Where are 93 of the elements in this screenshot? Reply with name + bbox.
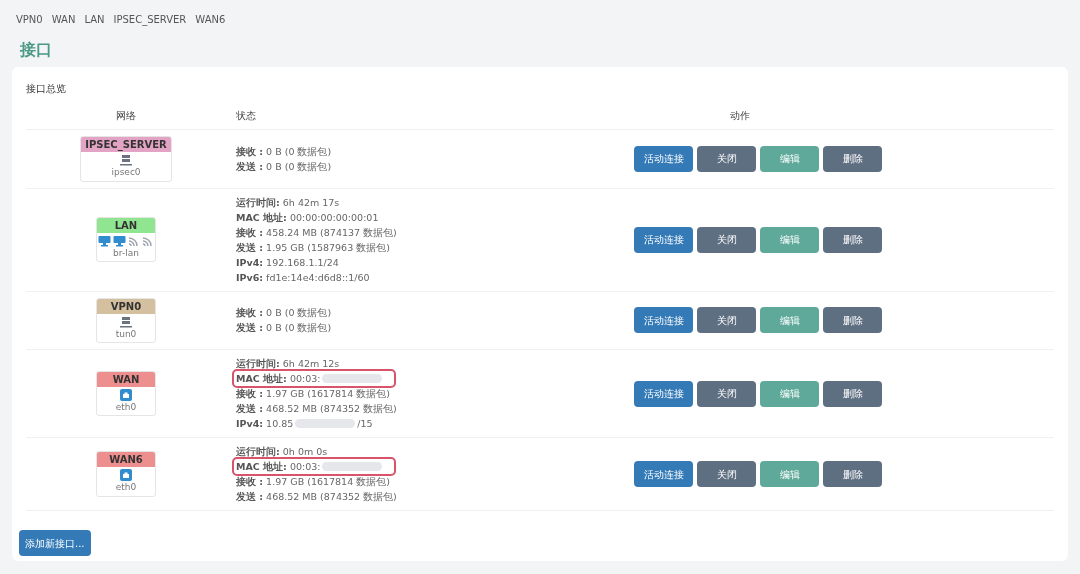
wifi-icon	[142, 234, 154, 247]
server-icon	[120, 154, 132, 166]
interface-name: IPSEC_SERVER	[81, 137, 171, 152]
interface-name: LAN	[97, 217, 155, 233]
status-value: 0 B (0 数据包)	[266, 144, 332, 159]
column-header: 状态	[236, 110, 256, 121]
status-label: MAC 地址:	[236, 210, 287, 225]
action-button[interactable]: 删除	[823, 145, 882, 172]
action-button[interactable]: 关闭	[697, 307, 756, 334]
status-label: 接收 :	[236, 475, 264, 489]
device-name: eth0	[115, 400, 137, 414]
status-label: 接收 :	[236, 225, 264, 240]
status-label: 接收 :	[236, 387, 264, 401]
status-value: 0 B (0 数据包)	[266, 306, 332, 321]
action-button[interactable]: 关闭	[697, 461, 756, 487]
action-button[interactable]: 活动连接	[634, 380, 693, 407]
action-button[interactable]: 关闭	[697, 226, 756, 253]
status-value: 6h 42m 12s	[282, 357, 340, 371]
interface-badge[interactable]: WAN6 eth0	[96, 451, 156, 497]
ethernet-port-icon	[120, 469, 132, 482]
status-value: 0 B (0 数据包)	[266, 321, 332, 336]
add-interface-button[interactable]: 添加新接口...	[19, 530, 91, 556]
status-value: 468.52 MB (874352 数据包)	[266, 490, 397, 504]
status-value: 6h 42m 17s	[282, 195, 340, 210]
interface-badge[interactable]: LAN br-lan	[96, 216, 156, 263]
column-header: 网络	[116, 109, 136, 123]
status-label: 运行时间:	[236, 445, 280, 459]
interface-tab[interactable]: LAN	[84, 12, 105, 27]
status-label: 接收 :	[236, 306, 264, 321]
status-value: 0 B (0 数据包)	[266, 159, 332, 174]
status-value: 00:03:	[289, 372, 321, 386]
action-button[interactable]: 活动连接	[634, 226, 693, 253]
status-value: 00:00:00:00:00:01	[289, 210, 379, 225]
device-name: tun0	[115, 327, 137, 341]
status-label: 运行时间:	[236, 357, 280, 371]
status-label: 运行时间:	[236, 195, 280, 210]
status-value: 192.168.1.1/24	[266, 255, 339, 270]
action-button[interactable]: 删除	[823, 226, 882, 253]
interface-name: VPN0	[97, 298, 155, 314]
page-title: 接口	[20, 39, 52, 61]
status-value: 1.97 GB (1617814 数据包)	[266, 387, 390, 401]
interface-badge[interactable]: IPSEC_SERVER ipsec0	[80, 136, 172, 182]
status-label: 发送 :	[236, 159, 264, 174]
status-value: fd1e:14e4:d6d8::1/60	[266, 270, 370, 285]
interface-name: WAN6	[97, 452, 155, 468]
status-value: 10.85	[266, 417, 294, 431]
action-button[interactable]: 删除	[823, 307, 882, 334]
status-value: 00:03:	[289, 460, 321, 474]
interface-tab[interactable]: IPSEC_SERVER	[113, 12, 187, 27]
status-value: 1.97 GB (1617814 数据包)	[266, 475, 390, 489]
device-name: br-lan	[113, 246, 139, 260]
action-button[interactable]: 删除	[823, 380, 882, 407]
action-button[interactable]: 关闭	[697, 380, 756, 407]
status-value: 0h 0m 0s	[282, 445, 328, 459]
interface-tab[interactable]: WAN6	[195, 12, 226, 27]
status-value: /15	[357, 417, 373, 431]
interface-tab[interactable]: VPN0	[16, 12, 43, 27]
status-label: MAC 地址:	[236, 460, 287, 474]
status-value: 458.24 MB (874137 数据包)	[266, 225, 397, 240]
monitor-icon	[113, 234, 126, 247]
action-button[interactable]: 活动连接	[634, 145, 693, 172]
device-name: eth0	[115, 481, 137, 495]
interface-badge[interactable]: VPN0 tun0	[96, 297, 156, 343]
column-header: 动作	[730, 109, 750, 123]
status-label: IPv6:	[236, 270, 264, 285]
status-label: 发送 :	[236, 321, 264, 336]
ethernet-port-icon	[120, 388, 132, 401]
status-label: 发送 :	[236, 402, 264, 416]
wifi-icon	[128, 234, 140, 247]
status-label: IPv4:	[236, 417, 264, 431]
device-name: ipsec0	[111, 166, 141, 179]
status-label: 发送 :	[236, 240, 264, 255]
status-value: 1.95 GB (1587963 数据包)	[266, 240, 390, 255]
action-button[interactable]: 关闭	[697, 145, 756, 172]
action-button[interactable]: 活动连接	[634, 461, 693, 487]
interface-tab[interactable]: WAN	[51, 12, 76, 27]
status-label: MAC 地址:	[236, 372, 287, 386]
action-button[interactable]: 编辑	[760, 380, 819, 407]
section-title: 接口总览	[26, 82, 66, 96]
interface-badge[interactable]: WAN eth0	[96, 370, 156, 417]
status-label: IPv4:	[236, 255, 264, 270]
action-button[interactable]: 编辑	[760, 307, 819, 334]
action-button[interactable]: 编辑	[760, 145, 819, 172]
status-label: 发送 :	[236, 490, 264, 504]
interface-name: WAN	[97, 371, 155, 387]
action-button[interactable]: 活动连接	[634, 307, 693, 334]
action-button[interactable]: 删除	[823, 461, 882, 487]
monitor-icon	[98, 234, 111, 247]
server-icon	[120, 315, 132, 328]
action-button[interactable]: 编辑	[760, 461, 819, 487]
status-label: 接收 :	[236, 144, 264, 159]
status-value: 468.52 MB (874352 数据包)	[266, 402, 397, 416]
action-button[interactable]: 编辑	[760, 226, 819, 253]
